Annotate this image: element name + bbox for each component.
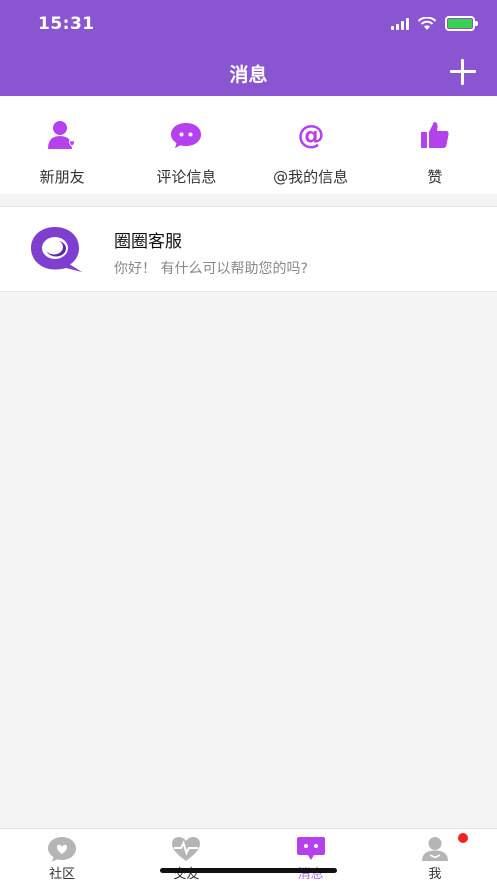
thumbs-up-icon: [420, 122, 449, 148]
battery-icon: [445, 16, 478, 31]
notification-badge: [458, 833, 468, 843]
svg-text:@: @: [297, 120, 324, 151]
message-sender: 圈圈客服: [114, 232, 182, 252]
quick-action-label: 赞: [427, 168, 443, 186]
new-friend-icon: [48, 121, 76, 149]
page-title: 消息: [229, 64, 268, 86]
quick-action-label: @我的信息: [273, 168, 349, 186]
tab-community[interactable]: 社区: [0, 829, 124, 883]
heart-pulse-icon: [172, 837, 201, 861]
quick-action-comments[interactable]: 评论信息: [124, 96, 248, 194]
tab-label: 社区: [49, 867, 76, 882]
quick-actions: 新朋友 评论信息 @ @我的信息 赞: [0, 96, 497, 194]
tab-messages[interactable]: 消息: [249, 829, 373, 883]
chat-bubble-q-icon: [31, 227, 82, 272]
top-bar: 15:31 消息: [0, 0, 497, 96]
message-list: 圈圈客服 你好！ 有什么可以帮助您的吗?: [0, 206, 497, 292]
add-button[interactable]: [449, 58, 477, 86]
community-icon: [48, 837, 77, 862]
home-indicator[interactable]: [160, 868, 337, 873]
tab-bar: 社区 交友 消息 我: [0, 828, 497, 883]
quick-action-mentions[interactable]: @ @我的信息: [249, 96, 373, 194]
status-time: 15:31: [38, 14, 95, 34]
profile-icon: [421, 837, 448, 861]
message-preview: 你好！ 有什么可以帮助您的吗?: [114, 261, 308, 277]
message-icon: [296, 837, 325, 860]
message-item[interactable]: 圈圈客服 你好！ 有什么可以帮助您的吗?: [0, 207, 497, 291]
quick-action-label: 评论信息: [156, 168, 217, 186]
wifi-icon: [417, 16, 437, 30]
at-icon: @: [297, 120, 324, 151]
quick-action-label: 新朋友: [39, 168, 85, 186]
quick-action-likes[interactable]: 赞: [373, 96, 497, 194]
tab-label: 我: [428, 867, 442, 882]
quick-action-new-friend[interactable]: 新朋友: [0, 96, 124, 194]
cell-signal-icon: [391, 17, 409, 30]
comment-icon: [171, 123, 202, 148]
tab-profile[interactable]: 我: [373, 829, 497, 883]
status-icons: [391, 16, 478, 31]
tab-dating[interactable]: 交友: [124, 829, 248, 883]
